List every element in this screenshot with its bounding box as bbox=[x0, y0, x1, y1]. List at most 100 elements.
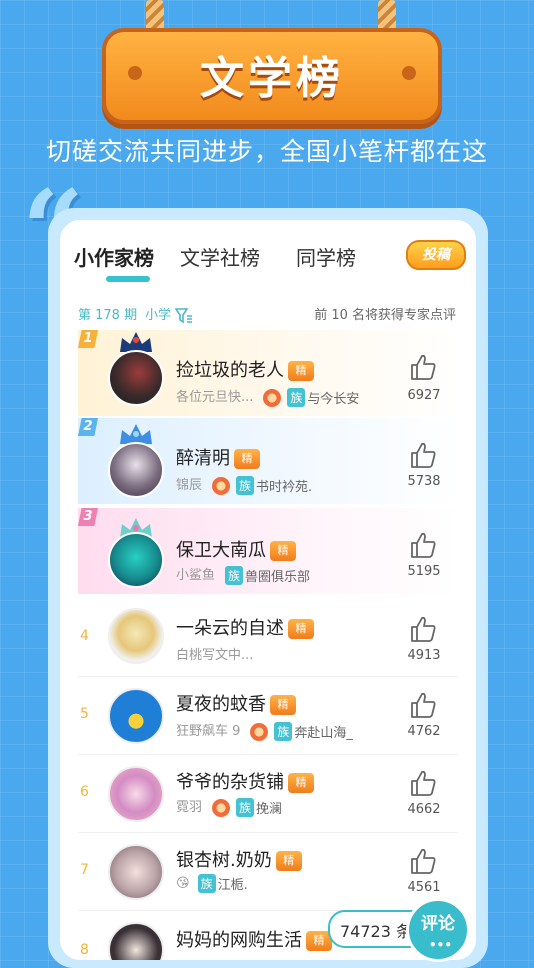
author-name: 各位元旦快... bbox=[176, 390, 254, 405]
thumbs-up-icon[interactable] bbox=[408, 846, 438, 876]
clan-tag: 族 bbox=[236, 798, 255, 817]
divider bbox=[78, 676, 458, 677]
featured-badge: 精 bbox=[270, 541, 296, 561]
work-title[interactable]: 醉清明精 bbox=[176, 444, 260, 470]
grade-label: 小学 bbox=[145, 308, 172, 323]
like-count: 6927 bbox=[407, 388, 441, 403]
author-info: 各位元旦快... 族与今长安 bbox=[176, 386, 359, 407]
featured-badge: 精 bbox=[270, 695, 296, 715]
avatar[interactable] bbox=[108, 350, 164, 406]
thumbs-up-icon[interactable] bbox=[408, 440, 438, 470]
expert-review-tip: 前 10 名将获得专家点评 bbox=[314, 308, 456, 323]
author-info: 小鲨鱼族兽圈俱乐部 bbox=[176, 564, 310, 585]
avatar[interactable] bbox=[108, 608, 164, 664]
list-item[interactable]: 7 银杏树.奶奶精 😘 族江栀. 4561 bbox=[78, 834, 458, 912]
tab-bar: 小作家榜 文学社榜 同学榜 投稿 bbox=[60, 220, 476, 282]
list-item[interactable]: 1 捡垃圾的老人精 各位元旦快... 族与今长安 6927 bbox=[78, 330, 458, 416]
avatar[interactable] bbox=[108, 766, 164, 822]
list-item[interactable]: 3 保卫大南瓜精 小鲨鱼族兽圈俱乐部 5195 bbox=[78, 508, 458, 594]
featured-badge: 精 bbox=[288, 361, 314, 381]
medal-icon bbox=[212, 798, 231, 817]
comment-button-label: 评论 bbox=[421, 914, 455, 934]
work-title[interactable]: 保卫大南瓜精 bbox=[176, 536, 296, 562]
comment-button[interactable]: 评论 ••• bbox=[406, 898, 470, 962]
author-info: 狂野飙车 9 族奔赴山海_ bbox=[176, 720, 353, 741]
featured-badge: 精 bbox=[288, 773, 314, 793]
author-name: 白桃写文中... bbox=[176, 648, 254, 663]
filter-icon[interactable] bbox=[175, 307, 193, 324]
avatar[interactable] bbox=[108, 532, 164, 588]
list-item[interactable]: 6 爷爷的杂货铺精 霓羽 族挽澜 4662 bbox=[78, 756, 458, 834]
list-item[interactable]: 2 醉清明精 锦辰族书时衿苑. 5738 bbox=[78, 418, 458, 504]
avatar[interactable] bbox=[108, 844, 164, 900]
author-info: 😘 族江栀. bbox=[176, 874, 248, 893]
list-item[interactable]: 4 一朵云的自述精 白桃写文中... 4913 bbox=[78, 598, 458, 676]
featured-badge: 精 bbox=[275, 851, 302, 871]
work-title[interactable]: 夏夜的蚊香精 bbox=[176, 690, 296, 716]
tab-literary-clubs[interactable]: 文学社榜 bbox=[180, 242, 260, 271]
author-info: 白桃写文中... bbox=[176, 644, 253, 663]
ranking-card: 小作家榜 文学社榜 同学榜 投稿 第 178 期小学 前 10 名将获得专家点评… bbox=[60, 220, 476, 960]
more-dots-icon: ••• bbox=[429, 938, 453, 952]
rank-number: 8 bbox=[80, 942, 89, 958]
clan-name: 书时衿苑. bbox=[256, 480, 313, 495]
work-title[interactable]: 爷爷的杂货铺精 bbox=[176, 768, 314, 794]
like-count: 4913 bbox=[407, 648, 441, 663]
author-name: 霓羽 bbox=[176, 800, 203, 815]
title-sign: 文学榜 bbox=[102, 28, 442, 124]
author-info: 锦辰 族书时衿苑. bbox=[176, 474, 312, 495]
clan-tag: 族 bbox=[274, 722, 293, 741]
medal-icon bbox=[212, 476, 231, 495]
clan-name: 奔赴山海_ bbox=[294, 726, 353, 741]
clan-name: 挽澜 bbox=[256, 802, 283, 817]
filter-row[interactable]: 第 178 期小学 bbox=[78, 304, 193, 324]
rank-number: 6 bbox=[80, 784, 89, 800]
like-count: 4762 bbox=[407, 724, 441, 739]
like-count: 4561 bbox=[407, 880, 441, 895]
author-name: 小鲨鱼 bbox=[176, 568, 216, 583]
clan-name: 江栀. bbox=[217, 878, 248, 893]
author-name: 锦辰 bbox=[176, 478, 203, 493]
page-title: 文学榜 bbox=[200, 53, 344, 104]
medal-icon bbox=[250, 722, 269, 741]
period-label: 第 178 期 bbox=[78, 308, 138, 323]
author-info: 霓羽 族挽澜 bbox=[176, 796, 282, 817]
featured-badge: 精 bbox=[234, 449, 260, 469]
avatar[interactable] bbox=[108, 688, 164, 744]
medal-icon bbox=[263, 388, 282, 407]
work-title[interactable]: 捡垃圾的老人精 bbox=[176, 356, 314, 382]
clan-name: 与今长安 bbox=[307, 392, 360, 407]
rank-number: 7 bbox=[80, 862, 89, 878]
thumbs-up-icon[interactable] bbox=[408, 352, 438, 382]
divider bbox=[78, 832, 458, 833]
work-title[interactable]: 妈妈的网购生活精 bbox=[176, 926, 332, 952]
clan-tag: 族 bbox=[236, 476, 255, 495]
avatar[interactable] bbox=[108, 442, 164, 498]
list-item[interactable]: 5 夏夜的蚊香精 狂野飙车 9 族奔赴山海_ 4762 bbox=[78, 678, 458, 756]
tab-classmates[interactable]: 同学榜 bbox=[296, 242, 356, 271]
avatar[interactable] bbox=[108, 922, 164, 960]
like-count: 5738 bbox=[407, 474, 441, 489]
featured-badge: 精 bbox=[288, 619, 314, 639]
thumbs-up-icon[interactable] bbox=[408, 530, 438, 560]
thumbs-up-icon[interactable] bbox=[408, 768, 438, 798]
thumbs-up-icon[interactable] bbox=[408, 690, 438, 720]
author-name: 😘 bbox=[176, 876, 190, 891]
submit-button[interactable]: 投稿 bbox=[406, 240, 466, 270]
clan-tag: 族 bbox=[197, 874, 216, 893]
author-name: 狂野飙车 9 bbox=[176, 724, 241, 739]
work-title[interactable]: 一朵云的自述精 bbox=[176, 614, 314, 640]
divider bbox=[78, 754, 458, 755]
comment-count: 74723 条 bbox=[340, 922, 412, 941]
like-count: 4662 bbox=[407, 802, 441, 817]
thumbs-up-icon[interactable] bbox=[408, 614, 438, 644]
clan-tag: 族 bbox=[225, 566, 244, 585]
clan-tag: 族 bbox=[287, 388, 306, 407]
tab-young-writers[interactable]: 小作家榜 bbox=[74, 242, 154, 271]
rank-number: 4 bbox=[80, 628, 89, 644]
slogan: 切磋交流共同进步，全国小笔杆都在这 bbox=[45, 137, 488, 166]
like-count: 5195 bbox=[407, 564, 441, 579]
rank-number: 5 bbox=[80, 706, 89, 722]
work-title[interactable]: 银杏树.奶奶精 bbox=[176, 846, 302, 872]
clan-name: 兽圈俱乐部 bbox=[245, 570, 311, 585]
